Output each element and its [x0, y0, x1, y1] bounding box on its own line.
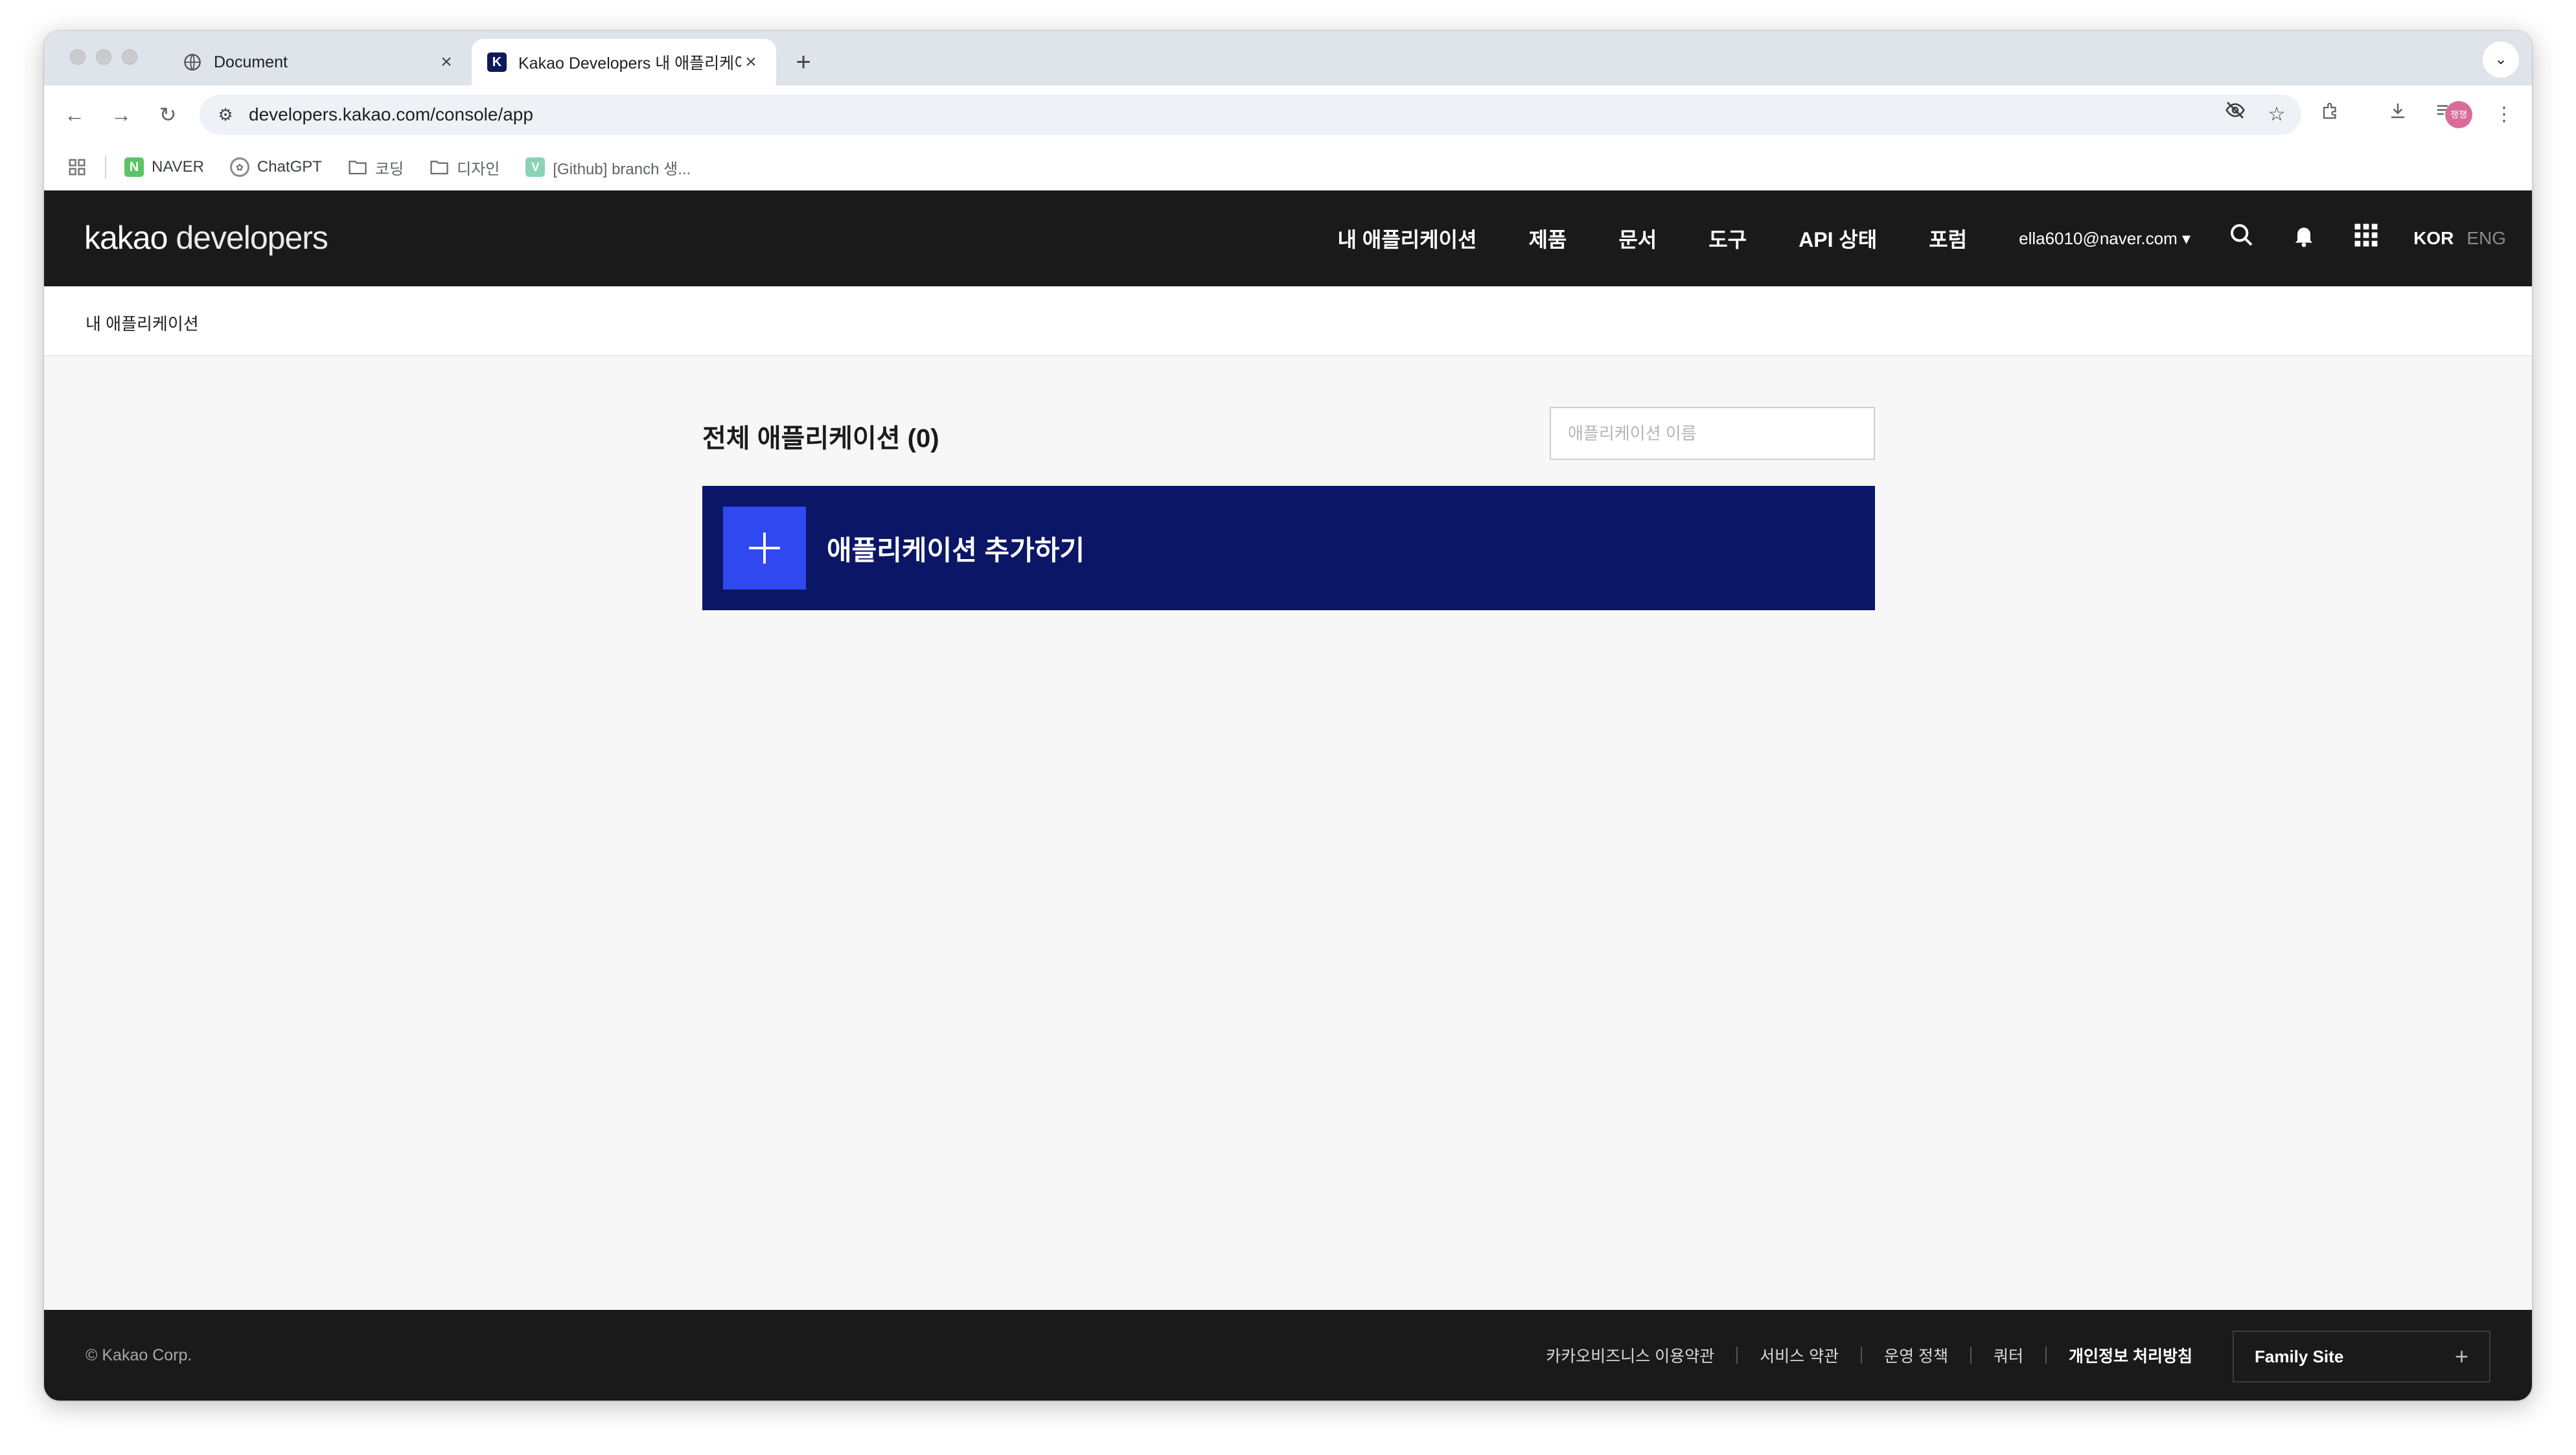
main-nav: 내 애플리케이션 제품 문서 도구 API 상태 포럼 ella6010@nav… [1337, 190, 2532, 286]
star-icon[interactable]: ☆ [2260, 98, 2294, 132]
copyright: © Kakao Corp. [86, 1346, 192, 1364]
extensions-icon[interactable] [2316, 100, 2345, 130]
bookmark-chatgpt[interactable]: ✿ ChatGPT [229, 157, 322, 177]
breadcrumb: 내 애플리케이션 [44, 286, 2532, 356]
plus-icon: + [2454, 1343, 2468, 1369]
bookmark-folder-design[interactable]: 디자인 [430, 156, 500, 179]
download-icon[interactable] [2383, 100, 2413, 130]
logo-text-light: developers [167, 220, 328, 256]
lang-kor[interactable]: KOR [2413, 228, 2454, 249]
bookmarks-bar: N NAVER ✿ ChatGPT 코딩 디자인 V [Github] bran… [44, 144, 2532, 190]
bookmark-label: 코딩 [374, 160, 404, 178]
user-menu[interactable]: ella6010@naver.com ▾ [2019, 229, 2191, 249]
chevron-down-icon: ⌄ [2494, 51, 2508, 68]
page-title: 전체 애플리케이션 (0) [702, 424, 939, 453]
footer-link-privacy-policy[interactable]: 개인정보 처리방침 [2069, 1344, 2192, 1367]
kakao-favicon-icon: K [487, 52, 507, 72]
logo-text-bold: kakao [84, 220, 168, 256]
address-bar[interactable]: ⚙ developers.kakao.com/console/app ☆ [200, 95, 2301, 135]
kakao-developers-logo[interactable]: kakao developers [84, 219, 328, 257]
reload-icon: ↻ [159, 103, 177, 126]
footer-separator [1861, 1347, 1863, 1364]
minimize-window-button[interactable] [96, 49, 111, 65]
more-menu-icon[interactable]: ⋮ [2489, 100, 2519, 130]
tab-kakao-developers[interactable]: K Kakao Developers 내 애플리케이션 × [472, 39, 776, 86]
nav-api-status[interactable]: API 상태 [1799, 223, 1877, 253]
bookmark-folder-coding[interactable]: 코딩 [348, 156, 404, 179]
apps-grid-icon[interactable] [2351, 222, 2381, 255]
footer-links: 카카오비즈니스 이용약관 서비스 약관 운영 정책 쿼터 개인정보 처리방침 [1546, 1344, 2192, 1367]
footer-separator [2045, 1347, 2047, 1364]
apps-grid-icon[interactable] [67, 157, 87, 177]
plus-icon [723, 507, 806, 590]
eye-off-icon[interactable] [2218, 98, 2252, 132]
main-content: 전체 애플리케이션 (0) 애플리케이션 추가하기 [44, 356, 2532, 1310]
bookmark-naver[interactable]: N NAVER [124, 157, 204, 177]
bookmark-separator [105, 155, 106, 179]
bell-icon[interactable] [2289, 222, 2319, 255]
footer-separator [1736, 1347, 1738, 1364]
nav-my-applications[interactable]: 내 애플리케이션 [1337, 223, 1477, 253]
nav-docs[interactable]: 문서 [1618, 223, 1657, 253]
back-button[interactable]: ← [60, 100, 89, 130]
site-header: kakao developers 내 애플리케이션 제품 문서 도구 API 상… [44, 190, 2532, 286]
add-application-label: 애플리케이션 추가하기 [827, 535, 1085, 566]
footer-link-quota[interactable]: 쿼터 [1994, 1344, 2023, 1367]
arrow-left-icon: ← [64, 103, 85, 126]
tab-strip: Document × K Kakao Developers 내 애플리케이션 ×… [44, 31, 2532, 86]
reload-button[interactable]: ↻ [153, 100, 183, 130]
site-settings-icon[interactable]: ⚙ [213, 102, 238, 128]
folder-icon [348, 157, 367, 177]
window-controls [70, 49, 137, 65]
tab-search-button[interactable]: ⌄ [2483, 41, 2519, 78]
browser-window: Document × K Kakao Developers 내 애플리케이션 ×… [44, 31, 2532, 1401]
new-tab-button[interactable]: + [785, 44, 822, 80]
bookmark-label: 디자인 [457, 160, 500, 178]
tab-title: Kakao Developers 내 애플리케이션 [518, 54, 741, 73]
add-application-button[interactable]: 애플리케이션 추가하기 [702, 486, 1875, 610]
naver-icon: N [124, 157, 144, 177]
footer-link-business-terms[interactable]: 카카오비즈니스 이용약관 [1546, 1344, 1714, 1367]
nav-forum[interactable]: 포럼 [1929, 223, 1967, 253]
maximize-window-button[interactable] [122, 49, 137, 65]
site-footer: © Kakao Corp. 카카오비즈니스 이용약관 서비스 약관 운영 정책 … [44, 1310, 2532, 1401]
vue-icon: V [525, 157, 546, 177]
bookmark-label: [Github] branch 생... [553, 160, 691, 178]
footer-link-service-terms[interactable]: 서비스 약관 [1760, 1344, 1839, 1367]
app-name-search-input[interactable] [1550, 407, 1875, 460]
family-site-label: Family Site [2255, 1346, 2344, 1366]
tab-document[interactable]: Document × [167, 39, 472, 86]
close-tab-icon[interactable]: × [437, 51, 456, 73]
folder-icon [430, 157, 449, 177]
bookmark-github-branch[interactable]: V [Github] branch 생... [525, 156, 691, 179]
globe-icon [183, 52, 202, 72]
chatgpt-icon: ✿ [229, 157, 249, 177]
caret-down-icon: ▾ [2182, 228, 2191, 248]
nav-products[interactable]: 제품 [1528, 223, 1567, 253]
bookmark-label: NAVER [152, 158, 204, 176]
browser-toolbar: ← → ↻ ⚙ developers.kakao.com/console/app… [44, 86, 2532, 144]
nav-tools[interactable]: 도구 [1708, 223, 1747, 253]
tab-title: Document [214, 52, 288, 71]
lang-eng[interactable]: ENG [2467, 228, 2506, 249]
footer-separator [1970, 1347, 1972, 1364]
close-tab-icon[interactable]: × [741, 51, 761, 73]
user-email: ella6010@naver.com [2019, 228, 2178, 248]
forward-button[interactable]: → [106, 100, 136, 130]
family-site-select[interactable]: Family Site + [2233, 1331, 2490, 1382]
footer-link-operation-policy[interactable]: 운영 정책 [1884, 1344, 1948, 1367]
bookmark-label: ChatGPT [257, 158, 322, 176]
arrow-right-icon: → [111, 103, 132, 126]
profile-avatar[interactable]: 쟁쟁 [2445, 101, 2472, 128]
close-window-button[interactable] [70, 49, 86, 65]
search-icon[interactable] [2227, 222, 2257, 255]
url-text[interactable]: developers.kakao.com/console/app [249, 104, 2218, 125]
breadcrumb-item[interactable]: 내 애플리케이션 [86, 311, 199, 335]
